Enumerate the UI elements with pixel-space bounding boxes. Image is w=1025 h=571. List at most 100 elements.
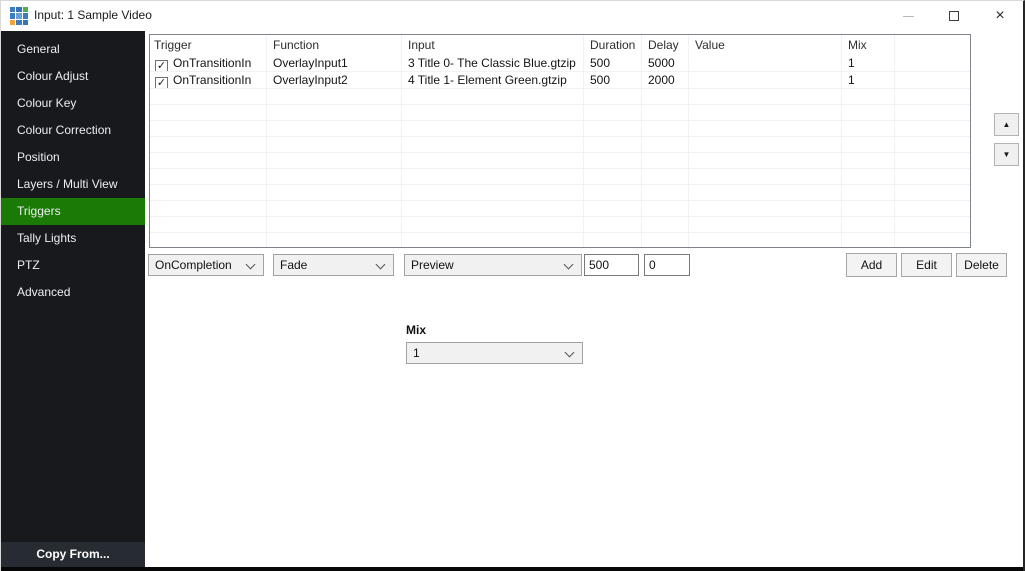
icon-cell xyxy=(16,13,21,18)
icon-cell xyxy=(23,13,28,18)
empty-cell xyxy=(642,153,689,168)
empty-cell xyxy=(267,169,402,184)
sidebar-item-ptz[interactable]: PTZ xyxy=(1,252,145,279)
empty-cell xyxy=(267,121,402,136)
icon-cell xyxy=(16,20,21,25)
column-header-trigger[interactable]: Trigger xyxy=(150,35,267,55)
cell-value xyxy=(689,55,842,71)
empty-cell xyxy=(642,233,689,248)
add-button[interactable]: Add xyxy=(846,253,897,277)
empty-cell xyxy=(584,169,642,184)
empty-cell xyxy=(150,217,267,232)
empty-cell xyxy=(267,185,402,200)
empty-cell xyxy=(584,153,642,168)
column-header-duration[interactable]: Duration xyxy=(584,35,642,55)
table-body: ✓ OnTransitionIn OverlayInput13 Title 0- T… xyxy=(150,55,970,248)
empty-cell xyxy=(689,137,842,152)
column-header-value[interactable]: Value xyxy=(689,35,842,55)
mix-select[interactable]: 1 xyxy=(406,342,583,364)
sidebar-item-advanced[interactable]: Advanced xyxy=(1,279,145,306)
copy-from-button[interactable]: Copy From... xyxy=(1,542,145,567)
duration-input[interactable] xyxy=(584,254,639,276)
trigger-label: OnTransitionIn xyxy=(173,56,251,70)
empty-table-row xyxy=(150,169,970,185)
empty-table-row xyxy=(150,121,970,137)
empty-cell xyxy=(895,89,971,104)
empty-cell xyxy=(642,121,689,136)
chevron-down-icon xyxy=(376,260,386,270)
move-down-button[interactable]: ▼ xyxy=(994,143,1019,166)
column-header-function[interactable]: Function xyxy=(267,35,402,55)
empty-cell xyxy=(842,185,895,200)
empty-cell xyxy=(150,201,267,216)
triggers-table[interactable]: TriggerFunctionInputDurationDelayValueMi… xyxy=(149,34,971,248)
empty-cell xyxy=(689,185,842,200)
cell-input: 3 Title 0- The Classic Blue.gtzip xyxy=(402,55,584,71)
sidebar-item-colour-correction[interactable]: Colour Correction xyxy=(1,117,145,144)
table-row[interactable]: ✓OnTransitionInOverlayInput24 Title 1- E… xyxy=(150,72,970,89)
row-checkbox[interactable]: ✓ xyxy=(155,60,168,71)
cell-value xyxy=(689,72,842,88)
trigger-type-select[interactable]: OnCompletion xyxy=(148,254,264,276)
empty-cell xyxy=(584,233,642,248)
window-controls: × xyxy=(885,1,1023,31)
empty-cell xyxy=(895,169,971,184)
icon-cell xyxy=(16,7,21,12)
empty-cell xyxy=(689,105,842,120)
column-header-delay[interactable]: Delay xyxy=(642,35,689,55)
row-checkbox[interactable]: ✓ xyxy=(155,77,168,88)
empty-cell xyxy=(584,89,642,104)
empty-cell xyxy=(267,105,402,120)
empty-cell xyxy=(150,233,267,248)
empty-cell xyxy=(584,105,642,120)
input-select[interactable]: Preview xyxy=(404,254,582,276)
sidebar-item-layers-multi-view[interactable]: Layers / Multi View xyxy=(1,171,145,198)
close-button[interactable]: × xyxy=(977,1,1023,31)
sidebar-item-colour-adjust[interactable]: Colour Adjust xyxy=(1,63,145,90)
close-icon: × xyxy=(995,8,1004,24)
column-header-input[interactable]: Input xyxy=(402,35,584,55)
empty-cell xyxy=(402,137,584,152)
empty-cell xyxy=(150,105,267,120)
empty-cell xyxy=(642,169,689,184)
move-up-button[interactable]: ▲ xyxy=(994,113,1019,136)
cell-duration: 500 xyxy=(584,55,642,71)
column-header-mix[interactable]: Mix xyxy=(842,35,895,55)
edit-button[interactable]: Edit xyxy=(901,253,952,277)
sidebar-item-colour-key[interactable]: Colour Key xyxy=(1,90,145,117)
empty-cell xyxy=(267,217,402,232)
empty-cell xyxy=(642,105,689,120)
empty-cell xyxy=(402,121,584,136)
main-panel: TriggerFunctionInputDurationDelayValueMi… xyxy=(145,31,1024,567)
empty-cell xyxy=(689,233,842,248)
sidebar-item-triggers[interactable]: Triggers xyxy=(1,198,145,225)
cell-function: OverlayInput2 xyxy=(267,72,402,88)
minimize-button[interactable] xyxy=(885,1,931,31)
chevron-down-icon xyxy=(565,348,575,358)
empty-cell xyxy=(584,185,642,200)
sidebar-item-tally-lights[interactable]: Tally Lights xyxy=(1,225,145,252)
empty-table-row xyxy=(150,105,970,121)
empty-cell xyxy=(402,169,584,184)
delay-input[interactable] xyxy=(644,254,690,276)
sidebar-item-position[interactable]: Position xyxy=(1,144,145,171)
cell-mix: 1 xyxy=(842,55,895,71)
empty-cell xyxy=(895,137,971,152)
empty-cell xyxy=(150,137,267,152)
empty-cell xyxy=(689,201,842,216)
maximize-icon xyxy=(949,11,959,21)
cell-function: OverlayInput1 xyxy=(267,55,402,71)
empty-cell xyxy=(584,137,642,152)
icon-cell xyxy=(10,13,15,18)
cell-input: 4 Title 1- Element Green.gtzip xyxy=(402,72,584,88)
maximize-button[interactable] xyxy=(931,1,977,31)
table-row[interactable]: ✓ OnTransitionIn OverlayInput13 Title 0- T… xyxy=(150,55,970,72)
delete-button[interactable]: Delete xyxy=(956,253,1007,277)
empty-table-row xyxy=(150,89,970,105)
function-select[interactable]: Fade xyxy=(273,254,394,276)
empty-cell xyxy=(402,153,584,168)
column-header-blank[interactable] xyxy=(895,35,971,55)
cell-delay: 2000 xyxy=(642,72,689,88)
empty-cell xyxy=(689,217,842,232)
sidebar-item-general[interactable]: General xyxy=(1,36,145,63)
